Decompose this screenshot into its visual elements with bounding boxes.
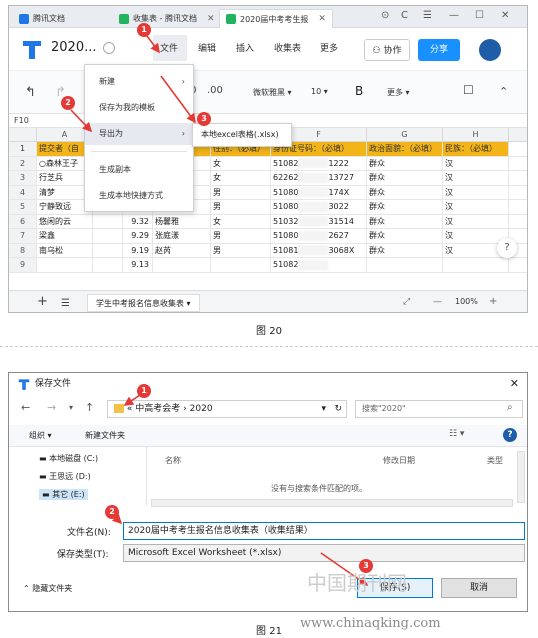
figure-caption-21: 图 21: [256, 626, 282, 637]
annotation-arrows: [111, 392, 369, 586]
watermark-cn: 中国期刊网: [307, 571, 407, 595]
step-badge-2: 2: [61, 96, 75, 110]
step-badge-1: 1: [137, 23, 151, 37]
step-badge-2: 2: [105, 505, 119, 519]
figure-caption-20: 图 20: [256, 326, 282, 337]
figure-divider: [0, 346, 538, 347]
watermark-url: www.chinaqking.com: [300, 616, 441, 631]
annotation-arrows: [70, 35, 196, 133]
spreadsheet-screenshot: 腾讯文档 收集表 - 腾讯文档 ✕ 2020届中考考生报 ✕ ⊙ C ☰ — ☐…: [8, 5, 528, 313]
step-badge-1: 1: [137, 384, 151, 398]
save-file-dialog: 保存文件 ✕ ← → ▾ ↑ « 中高考会考 › 2020 ▾ ↻ 搜索"202…: [8, 372, 528, 612]
step-badge-3: 3: [197, 112, 211, 126]
